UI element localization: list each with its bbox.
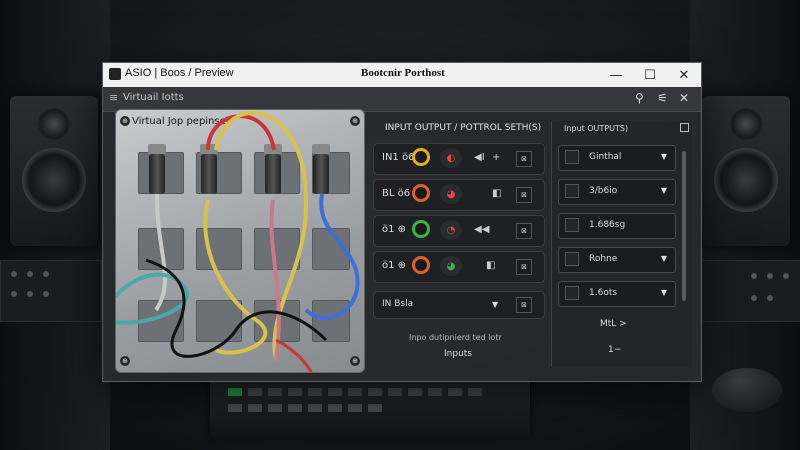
chevron-down-icon: ▼ — [660, 186, 667, 195]
tweeter — [730, 108, 762, 140]
gain-knob[interactable] — [412, 220, 430, 238]
channel-label: IN1 ö6 — [382, 152, 415, 163]
input-select[interactable]: IN Bsla ▼ ⊠ — [373, 291, 545, 319]
output-dropdown[interactable]: 1.6ots ▼ — [558, 281, 676, 307]
channel-select-box[interactable]: ⊠ — [516, 187, 532, 203]
channel-row: IN1 ö6 ◐ ◀I + ⊠ — [373, 143, 545, 175]
studio-speaker-right — [702, 96, 790, 246]
output-dropdown[interactable]: Rohne ▼ — [558, 247, 676, 273]
scrollbar[interactable] — [682, 151, 686, 301]
output-dropdown[interactable]: 1.686sg — [558, 213, 676, 239]
cable-red-2 — [275, 338, 313, 372]
outputs-panel: Input OUTPUTS) Ginthal ▼ 3/b6io ▼ 1.686s… — [551, 121, 692, 367]
studio-speaker-left — [10, 96, 98, 246]
expand-icon[interactable] — [680, 123, 689, 132]
output-dropdown-value: Rohne — [589, 254, 618, 264]
panel-close-icon[interactable]: ✕ — [679, 91, 689, 105]
maximize-button[interactable]: ☐ — [633, 63, 667, 87]
main-window: ASIO | Boos / Preview Bootcnir Porthost … — [102, 62, 702, 382]
output-dropdown-value: 1.6ots — [589, 288, 618, 298]
app-icon — [109, 68, 121, 80]
channel-control-b[interactable]: + — [492, 152, 500, 163]
inputs-button[interactable]: Inputs — [403, 345, 513, 363]
output-dropdown-value: 3/b6io — [589, 186, 618, 196]
channel-row: BL ö6 ◕ ◧ ⊠ — [373, 179, 545, 211]
output-dropdown[interactable]: Ginthal ▼ — [558, 145, 676, 171]
channel-label: ö1 ⊕ — [382, 224, 407, 235]
cable-blue — [304, 193, 360, 320]
phase-button[interactable]: ◕ — [440, 256, 462, 276]
channel-control-a[interactable]: ◀◀ — [474, 224, 489, 235]
rack-unit-right — [700, 260, 800, 322]
channel-control-a[interactable]: ◧ — [486, 260, 495, 271]
woofer — [22, 148, 86, 212]
phase-button[interactable]: ◕ — [440, 184, 462, 204]
cable-gray — [154, 193, 167, 312]
pin-icon[interactable]: ⚲ — [635, 91, 644, 105]
patch-cables — [116, 111, 360, 372]
mute-icon[interactable]: ⚟ — [657, 91, 668, 105]
channel-row: ö1 ⊕ ◕ ◧ ⊠ — [373, 251, 545, 283]
cable-teal — [116, 272, 190, 325]
input-select-value: IN Bsla — [382, 299, 414, 309]
output-color-swatch — [565, 218, 579, 232]
channel-select-box[interactable]: ⊠ — [516, 151, 532, 167]
cable-black — [145, 258, 328, 358]
channel-control-a[interactable]: ◀I — [474, 152, 485, 163]
gain-knob[interactable] — [412, 256, 430, 274]
rack-unit-left — [0, 260, 102, 322]
document-title: Bootcnir Porthost — [361, 67, 445, 79]
output-color-swatch — [565, 252, 579, 266]
title-bar: ASIO | Boos / Preview Bootcnir Porthost … — [103, 63, 701, 87]
channel-label: ö1 ⊕ — [382, 260, 407, 271]
output-color-swatch — [565, 150, 579, 164]
channel-select-box[interactable]: ⊠ — [516, 259, 532, 275]
outputs-header: Input OUTPUTS) — [564, 124, 629, 133]
chevron-down-icon: ▼ — [660, 288, 667, 297]
panel-title: Virtuail Iotts — [123, 92, 184, 103]
chevron-down-icon: ▼ — [660, 254, 667, 263]
phase-button[interactable]: ◔ — [440, 220, 462, 240]
chevron-down-icon: ▼ — [660, 152, 667, 161]
channel-label: BL ö6 — [382, 188, 411, 199]
woofer — [714, 148, 778, 212]
gain-knob[interactable] — [412, 148, 430, 166]
tweeter — [38, 108, 70, 140]
channel-row: ö1 ⊕ ◔ ◀◀ ⊠ — [373, 215, 545, 247]
output-color-swatch — [565, 184, 579, 198]
minimize-button[interactable]: — — [599, 63, 633, 87]
app-title: ASIO | Boos / Preview — [125, 67, 234, 79]
io-section-header: INPUT OUTPUT / POTTROL SETH(S) — [385, 123, 542, 133]
channel-control-a[interactable]: ◧ — [492, 188, 501, 199]
output-color-swatch — [565, 286, 579, 300]
output-dropdown-value: Ginthal — [589, 152, 622, 162]
output-button-a[interactable]: MtL > — [600, 319, 627, 329]
output-dropdown[interactable]: 3/b6io ▼ — [558, 179, 676, 205]
patchbay-panel: Virtual Jop pepinsel ⊕ ⊕ ⊕ ⊕ — [115, 109, 365, 373]
channel-select-box[interactable]: ⊠ — [516, 223, 532, 239]
control-surface — [210, 378, 530, 438]
chevron-down-icon: ▼ — [492, 300, 499, 309]
mouse — [712, 368, 782, 412]
output-dropdown-value: 1.686sg — [589, 220, 626, 230]
gain-knob[interactable] — [412, 184, 430, 202]
menu-icon[interactable]: ≡ — [109, 91, 118, 104]
output-button-b[interactable]: 1− — [608, 345, 621, 355]
close-button[interactable]: ✕ — [667, 63, 701, 87]
phase-button[interactable]: ◐ — [440, 148, 462, 168]
input-select-box[interactable]: ⊠ — [516, 297, 532, 313]
footer-note: Inpo dutipnierd ted lotr — [409, 333, 502, 342]
